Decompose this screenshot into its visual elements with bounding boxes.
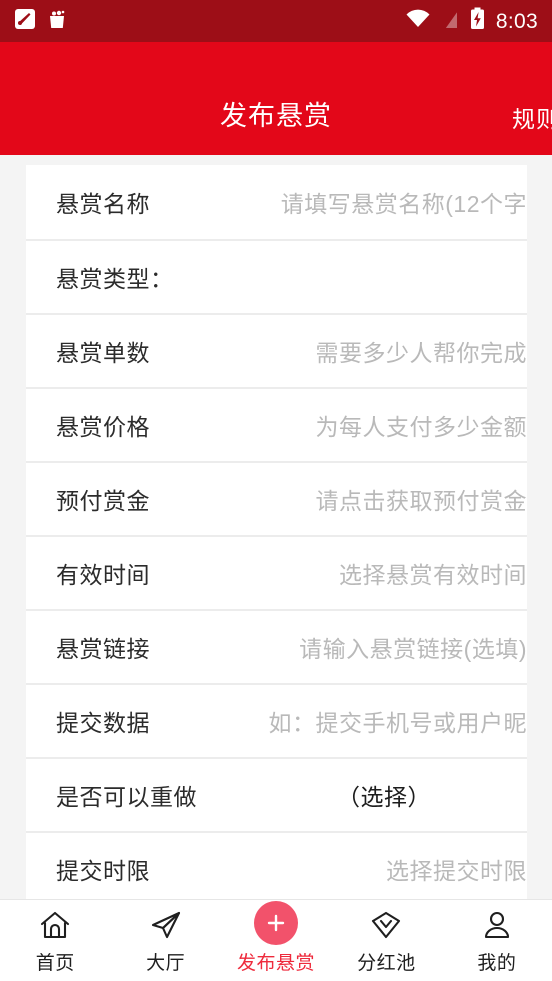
row-label: 悬赏链接 (56, 636, 150, 662)
form-row-allow-redo[interactable]: 是否可以重做 （选择） (26, 757, 527, 831)
form-card: 悬赏名称 请填写悬赏名称(12个字 悬赏类型： 悬赏单数 需要多少人帮你完成 悬… (26, 165, 527, 900)
bottom-tab-bar: 首页 大厅 发布悬赏 分红池 我的 (0, 899, 552, 981)
row-label: 悬赏单数 (56, 340, 150, 366)
plus-circle-icon[interactable] (254, 901, 299, 945)
bounty-price-input[interactable]: 为每人支付多少金额 (316, 408, 528, 442)
status-bar-system-icons: 8:03 (405, 7, 538, 35)
form-row-bounty-name[interactable]: 悬赏名称 请填写悬赏名称(12个字 (26, 165, 527, 239)
tab-label: 我的 (477, 953, 517, 974)
submit-data-input[interactable]: 如：提交手机号或用户昵 (269, 704, 528, 738)
rules-link[interactable]: 规则 (512, 100, 552, 134)
row-label: 预付赏金 (56, 488, 150, 514)
battery-charging-icon (470, 7, 485, 35)
tab-home[interactable]: 首页 (0, 900, 110, 981)
tab-mine[interactable]: 我的 (442, 900, 552, 981)
home-icon (39, 908, 71, 942)
row-label: 悬赏类型： (56, 266, 174, 292)
form-row-bounty-type[interactable]: 悬赏类型： (26, 239, 527, 313)
submit-deadline-select[interactable]: 选择提交时限 (386, 852, 527, 886)
row-label: 提交时限 (56, 858, 150, 884)
status-bar: 8:03 (0, 0, 552, 42)
app-header: 发布悬赏 规则 (0, 42, 552, 155)
form-row-valid-time[interactable]: 有效时间 选择悬赏有效时间 (26, 535, 527, 609)
row-label: 有效时间 (56, 562, 150, 588)
page-title: 发布悬赏 (220, 101, 332, 131)
status-bar-clock: 8:03 (495, 9, 538, 33)
row-label: 悬赏名称 (56, 191, 150, 217)
form-row-bounty-link[interactable]: 悬赏链接 请输入悬赏链接(选填) (26, 609, 527, 683)
tab-label: 分红池 (357, 953, 416, 974)
tab-hall[interactable]: 大厅 (110, 900, 220, 981)
shopping-bag-icon (46, 8, 68, 35)
row-label: 提交数据 (56, 710, 150, 736)
form-row-bounty-count[interactable]: 悬赏单数 需要多少人帮你完成 (26, 313, 527, 387)
plus-circle-fab[interactable] (254, 901, 299, 945)
tab-dividend-pool[interactable]: 分红池 (331, 900, 441, 981)
prepaid-bonus-input[interactable]: 请点击获取预付赏金 (316, 482, 528, 516)
allow-redo-select[interactable]: （选择） (337, 778, 431, 812)
bounty-count-input[interactable]: 需要多少人帮你完成 (316, 334, 528, 368)
valid-time-select[interactable]: 选择悬赏有效时间 (339, 556, 527, 590)
row-label: 悬赏价格 (56, 414, 150, 440)
person-icon (481, 908, 513, 942)
paper-plane-icon (150, 908, 182, 942)
status-bar-notifications (14, 8, 68, 35)
tab-post-bounty[interactable]: 发布悬赏 (221, 900, 331, 981)
app-screen: 8:03 发布悬赏 规则 悬赏名称 请填写悬赏名称(12个字 悬赏类型： 悬赏单… (0, 0, 552, 981)
form-scroll-area[interactable]: 悬赏名称 请填写悬赏名称(12个字 悬赏类型： 悬赏单数 需要多少人帮你完成 悬… (0, 155, 552, 900)
bounty-link-input[interactable]: 请输入悬赏链接(选填) (299, 630, 527, 664)
bounty-name-input[interactable]: 请填写悬赏名称(12个字 (281, 185, 527, 219)
form-row-submit-data[interactable]: 提交数据 如：提交手机号或用户昵 (26, 683, 527, 757)
diamond-icon (370, 908, 402, 942)
row-label: 是否可以重做 (56, 784, 197, 810)
tab-label: 首页 (35, 953, 75, 974)
form-row-submit-deadline[interactable]: 提交时限 选择提交时限 (26, 831, 527, 900)
form-row-bounty-price[interactable]: 悬赏价格 为每人支付多少金额 (26, 387, 527, 461)
form-row-prepaid-bonus[interactable]: 预付赏金 请点击获取预付赏金 (26, 461, 527, 535)
app-notification-icon (14, 8, 36, 35)
tab-label: 大厅 (146, 953, 186, 974)
no-signal-icon (442, 8, 459, 35)
tab-label: 发布悬赏 (237, 953, 316, 974)
wifi-icon (405, 9, 431, 34)
